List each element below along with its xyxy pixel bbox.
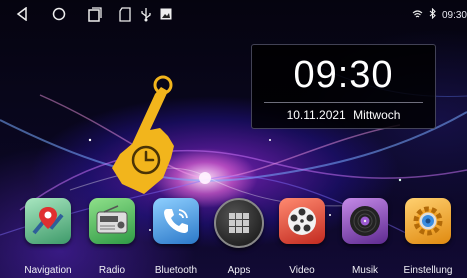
app-musik[interactable]: Musik — [333, 194, 397, 278]
app-dock: Navigation Radio Bluetooth Apps Video Mu… — [0, 194, 467, 278]
app-label: Apps — [227, 265, 251, 276]
clock-weekday: Mittwoch — [353, 108, 401, 122]
status-time: 09:30 — [441, 9, 467, 21]
gear-icon — [405, 198, 451, 244]
clock-widget[interactable]: 09:30 10.11.2021 Mittwoch — [251, 44, 436, 129]
status-indicators: 09:30 — [412, 7, 467, 22]
clock-time: 09:30 — [293, 54, 394, 96]
film-reel-icon — [279, 198, 325, 244]
apps-grid-icon — [214, 198, 264, 248]
app-einstellung[interactable]: Einstellung — [396, 194, 460, 278]
usb-icon — [138, 5, 154, 23]
app-label: Musik — [351, 265, 379, 276]
status-bar: 09:30 — [0, 0, 467, 30]
app-label: Video — [289, 265, 315, 276]
home-icon[interactable] — [51, 5, 67, 23]
app-label: Einstellung — [403, 265, 453, 276]
app-bluetooth[interactable]: Bluetooth — [144, 194, 208, 278]
app-label: Bluetooth — [154, 265, 198, 276]
clock-date-line: 10.11.2021 Mittwoch — [252, 108, 435, 122]
wifi-icon — [412, 9, 423, 22]
app-apps[interactable]: Apps — [207, 194, 271, 278]
clock-divider — [264, 102, 423, 103]
phone-icon — [153, 198, 199, 244]
app-navigation[interactable]: Navigation — [16, 194, 80, 278]
home-screen: 09:30 09:30 10.11.2021 Mittwoch Navigati… — [0, 0, 467, 278]
bluetooth-icon — [429, 7, 436, 22]
radio-icon — [89, 198, 135, 244]
image-icon — [158, 5, 174, 23]
app-label: Radio — [98, 265, 126, 276]
map-pin-icon — [25, 198, 71, 244]
vinyl-record-icon — [342, 198, 388, 244]
app-radio[interactable]: Radio — [80, 194, 144, 278]
app-video[interactable]: Video — [270, 194, 334, 278]
app-label: Navigation — [24, 265, 72, 276]
clock-date: 10.11.2021 — [286, 108, 346, 122]
tap-clock-hand-icon — [112, 75, 174, 194]
sd-card-icon — [117, 5, 133, 23]
recent-apps-icon[interactable] — [87, 5, 103, 23]
back-icon[interactable] — [14, 5, 30, 23]
